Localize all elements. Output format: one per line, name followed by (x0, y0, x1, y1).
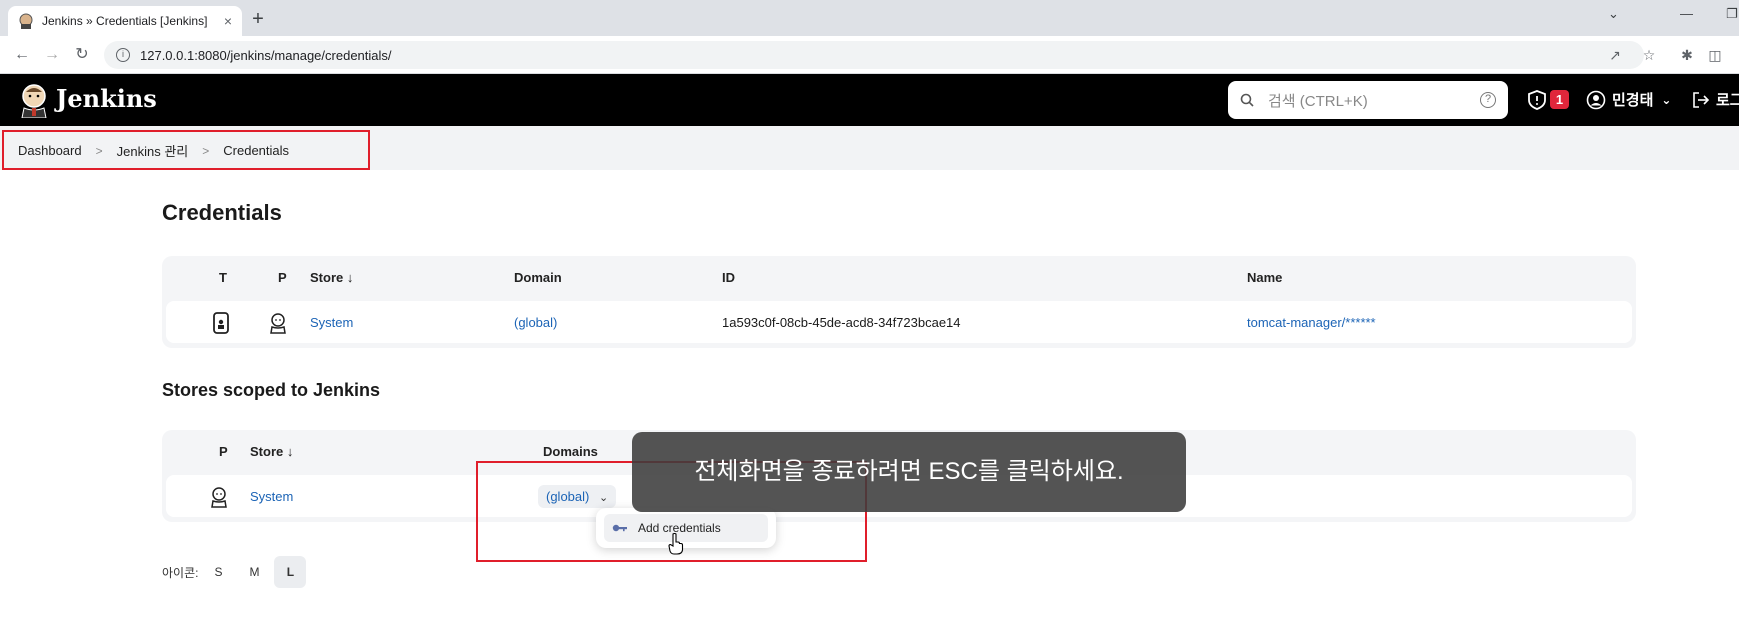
search-icon (1240, 93, 1254, 107)
new-tab-button[interactable]: + (246, 7, 270, 31)
highlight-box-breadcrumb (2, 130, 370, 170)
column-header-store[interactable]: Store ↓ (310, 270, 353, 285)
restore-icon[interactable]: ❐ (1726, 6, 1738, 22)
extensions-icon[interactable]: ✱ (1678, 46, 1696, 64)
jenkins-header: Jenkins 검색 (CTRL+K) ? 1 민경태 ⌄ 로그아웃 (0, 74, 1739, 126)
address-bar-row: ← → ↻ i 127.0.0.1:8080/jenkins/manage/cr… (0, 36, 1739, 74)
search-placeholder: 검색 (CTRL+K) (1268, 92, 1368, 110)
jenkins-logo-icon[interactable] (16, 82, 52, 118)
system-provider-icon (270, 313, 286, 334)
column-header-provider: P (278, 270, 287, 285)
logout-label: 로그아웃 (1716, 92, 1739, 109)
jenkins-favicon-icon (19, 13, 33, 29)
logout-link[interactable]: 로그아웃 (1692, 89, 1739, 110)
icon-size-m[interactable]: M (238, 556, 270, 588)
url-input[interactable]: i 127.0.0.1:8080/jenkins/manage/credenti… (104, 41, 1644, 69)
icon-size-selector: 아이콘: S M L (162, 556, 307, 588)
security-badge[interactable]: 1 (1550, 90, 1569, 109)
tab-title: Jenkins » Credentials [Jenkins] (42, 14, 208, 28)
column-header-id: ID (722, 270, 735, 285)
bookmark-star-icon[interactable]: ☆ (1640, 46, 1658, 64)
credential-id: 1a593c0f-08cb-45de-acd8-34f723bcae14 (722, 315, 961, 330)
browser-tab[interactable]: Jenkins » Credentials [Jenkins] × (8, 6, 242, 36)
icon-size-label: 아이콘: (162, 565, 199, 580)
column-header-name: Name (1247, 270, 1283, 285)
credential-type-icon (213, 312, 229, 334)
chevron-down-icon: ⌄ (1661, 92, 1672, 107)
share-icon[interactable]: ↗ (1606, 46, 1624, 64)
fullscreen-exit-toast: 전체화면을 종료하려면 ESC를 클릭하세요. (632, 432, 1186, 512)
table-row: System (global) 1a593c0f-08cb-45de-acd8-… (166, 301, 1632, 343)
side-panel-icon[interactable]: ◫ (1706, 46, 1724, 64)
back-icon[interactable]: ← (12, 45, 32, 65)
jenkins-brand[interactable]: Jenkins (56, 84, 157, 113)
tab-search-icon[interactable]: ⌄ (1608, 6, 1619, 22)
user-icon (1586, 90, 1606, 109)
reload-icon[interactable]: ↻ (72, 45, 92, 65)
column-header-type: T (219, 270, 227, 285)
user-name: 민경태 (1612, 92, 1654, 109)
section-title-stores: Stores scoped to Jenkins (162, 380, 381, 400)
security-shield-icon[interactable] (1526, 89, 1548, 111)
forward-icon[interactable]: → (42, 45, 62, 65)
user-menu[interactable]: 민경태 ⌄ (1586, 89, 1671, 110)
column-header-domain: Domain (514, 270, 562, 285)
browser-tabstrip: Jenkins » Credentials [Jenkins] × + ⌄ — … (0, 0, 1739, 36)
help-icon[interactable]: ? (1480, 92, 1496, 108)
page-title: Credentials (162, 200, 282, 225)
credentials-table-header: T P Store ↓ Domain ID Name (162, 256, 1636, 298)
site-info-icon[interactable]: i (116, 48, 130, 62)
icon-size-s[interactable]: S (202, 556, 234, 588)
store-link-system[interactable]: System (250, 489, 293, 504)
minimize-icon[interactable]: — (1680, 6, 1693, 21)
column-header-store[interactable]: Store ↓ (250, 444, 293, 459)
domain-link-global[interactable]: (global) (514, 315, 557, 330)
credentials-table: T P Store ↓ Domain ID Name System (globa… (162, 256, 1636, 348)
logout-icon (1693, 91, 1710, 108)
column-header-provider: P (219, 444, 228, 459)
column-header-domains: Domains (543, 444, 598, 459)
credential-name-link[interactable]: tomcat-manager/****** (1247, 315, 1376, 330)
search-input[interactable]: 검색 (CTRL+K) ? (1228, 81, 1508, 119)
tab-close-icon[interactable]: × (224, 13, 232, 29)
url-text: 127.0.0.1:8080/jenkins/manage/credential… (140, 47, 392, 63)
icon-size-l[interactable]: L (274, 556, 307, 588)
system-provider-icon (211, 487, 227, 508)
store-link-system[interactable]: System (310, 315, 353, 330)
